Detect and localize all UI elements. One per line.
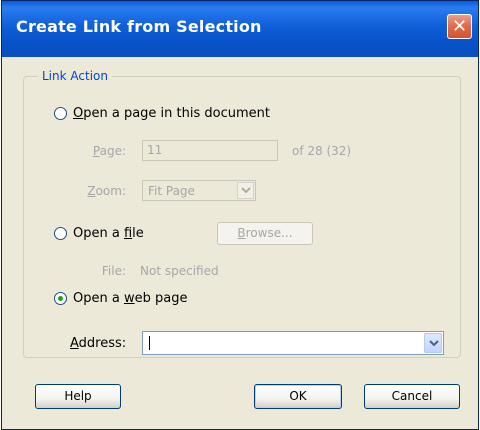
radio-open-web-page[interactable]: Open a web page — [54, 291, 187, 306]
radio-open-file-indicator[interactable] — [54, 227, 67, 240]
radio-open-page-label: Open a page in this document — [73, 106, 270, 121]
zoom-label: Zoom: — [87, 184, 126, 198]
file-value: Not specified — [140, 264, 219, 278]
close-icon: ✕ — [451, 16, 468, 37]
address-label: Address: — [70, 336, 127, 351]
dialog-title: Create Link from Selection — [16, 17, 262, 36]
zoom-select-value: Fit Page — [148, 184, 195, 198]
radio-open-web-page-indicator[interactable] — [54, 292, 67, 305]
radio-open-page[interactable]: Open a page in this document — [54, 106, 270, 121]
radio-open-page-indicator[interactable] — [54, 107, 67, 120]
zoom-dropdown-button[interactable] — [237, 182, 254, 199]
page-number-field[interactable]: 11 — [142, 140, 278, 161]
title-bar[interactable]: Create Link from Selection ✕ — [2, 1, 478, 57]
page-count-text: of 28 (32) — [292, 144, 352, 158]
address-input[interactable] — [142, 331, 444, 355]
radio-open-file[interactable]: Open a file — [54, 226, 144, 241]
group-label: Link Action — [38, 69, 112, 83]
page-label: Page: — [92, 144, 126, 158]
text-caret — [149, 336, 150, 350]
chevron-down-icon — [241, 187, 251, 194]
ok-button[interactable]: OK — [254, 384, 342, 409]
file-label: File: — [101, 264, 126, 278]
cancel-button[interactable]: Cancel — [364, 384, 460, 409]
chevron-down-icon — [429, 340, 439, 347]
radio-open-file-label: Open a file — [73, 226, 144, 241]
address-dropdown-button[interactable] — [424, 333, 442, 353]
zoom-select[interactable]: Fit Page — [142, 180, 256, 201]
dialog-window: Create Link from Selection ✕ Link Action… — [1, 0, 479, 430]
help-button[interactable]: Help — [35, 384, 121, 409]
radio-open-web-page-label: Open a web page — [73, 291, 188, 306]
close-button[interactable]: ✕ — [447, 14, 472, 39]
browse-button[interactable]: Browse... — [217, 222, 313, 245]
